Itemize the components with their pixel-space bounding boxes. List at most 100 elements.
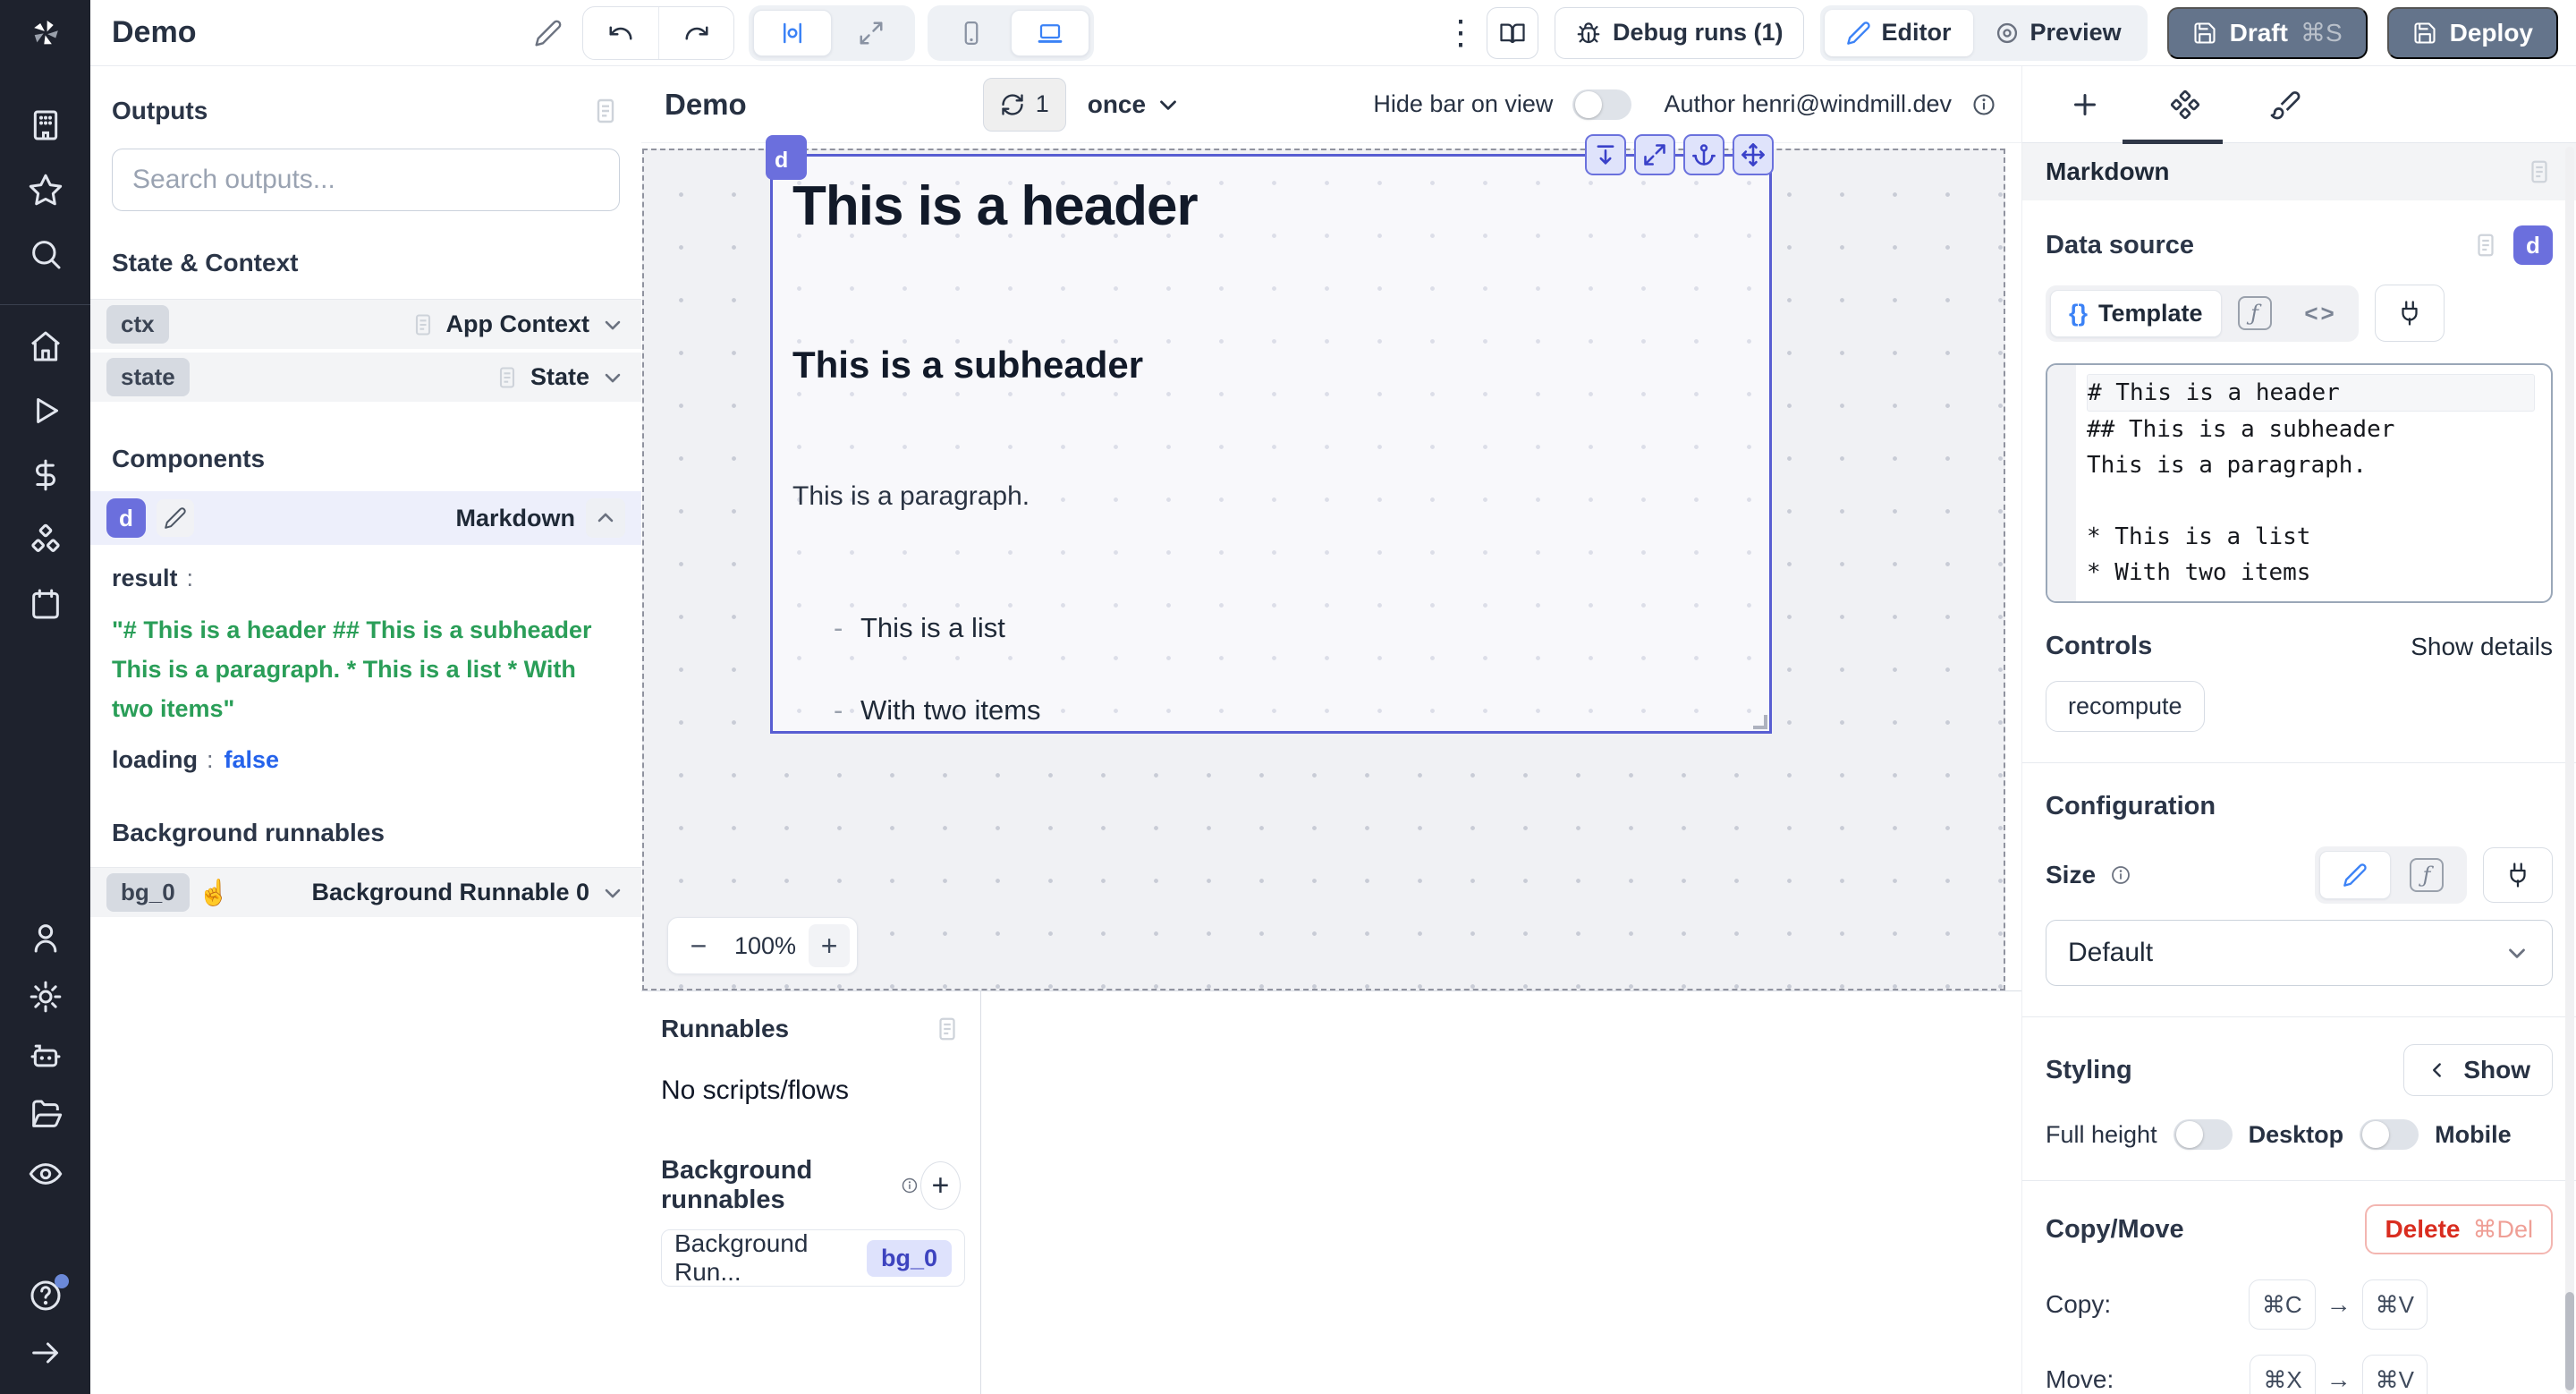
template-code-editor[interactable]: # This is a header ## This is a subheade…: [2046, 363, 2553, 603]
code-line[interactable]: # This is a header: [2087, 374, 2535, 412]
schedules-calendar-icon[interactable]: [28, 586, 64, 622]
zoom-out-button[interactable]: −: [675, 924, 722, 967]
result-value[interactable]: "# This is a header ## This is a subhead…: [112, 610, 620, 728]
code-line[interactable]: * This is a list: [2087, 519, 2542, 555]
tab-preview[interactable]: Preview: [1973, 10, 2143, 56]
component-d-badge: d: [106, 498, 146, 538]
users-icon[interactable]: [28, 920, 64, 956]
component-id-tag[interactable]: d: [766, 135, 807, 180]
code-line[interactable]: [2087, 483, 2542, 519]
result-key: result: [112, 565, 178, 591]
favorites-star-icon[interactable]: [28, 172, 64, 208]
bg-runnable-card[interactable]: Background Run... bg_0: [661, 1229, 965, 1287]
bg0-chevron-down-icon[interactable]: [600, 880, 625, 905]
docs-book-button[interactable]: [1487, 7, 1538, 59]
anchor-handle-icon[interactable]: [1683, 134, 1724, 175]
debug-runs-button[interactable]: Debug runs (1): [1555, 7, 1804, 59]
workers-bot-icon[interactable]: [28, 1038, 64, 1074]
redo-button[interactable]: [658, 7, 733, 59]
size-function-button[interactable]: ƒ: [2391, 851, 2462, 899]
loading-value[interactable]: false: [225, 746, 280, 773]
windmill-logo-icon[interactable]: [0, 0, 90, 66]
ctx-chevron-down-icon[interactable]: [600, 312, 625, 337]
code-icon: <>: [2304, 300, 2336, 327]
function-mode-button[interactable]: ƒ: [2222, 296, 2288, 330]
size-static-pencil-button[interactable]: [2319, 851, 2391, 899]
runnables-title: Runnables: [661, 1015, 789, 1043]
help-icon[interactable]: [28, 1278, 64, 1313]
markdown-component[interactable]: d Th: [770, 154, 1772, 734]
tab-component-settings[interactable]: [2135, 66, 2235, 142]
workspace-icon[interactable]: [28, 107, 64, 143]
data-source-doc-icon[interactable]: [2472, 232, 2499, 259]
template-mode-button[interactable]: {} Template: [2050, 290, 2222, 337]
full-width-button[interactable]: [832, 10, 911, 56]
component-edit-pencil-icon[interactable]: [157, 499, 194, 537]
left-nav-rail: [0, 0, 90, 1394]
output-row-state[interactable]: state State: [90, 352, 641, 402]
runnables-doc-icon[interactable]: [934, 1016, 961, 1042]
refresh-button[interactable]: 1: [983, 78, 1066, 132]
undo-button[interactable]: [583, 7, 658, 59]
state-chevron-down-icon[interactable]: [600, 365, 625, 390]
tab-insert-component[interactable]: [2035, 66, 2135, 142]
tab-editor[interactable]: Editor: [1825, 10, 1973, 56]
markdown-list-item: This is a list: [860, 612, 1750, 644]
show-details-link[interactable]: Show details: [2411, 633, 2553, 661]
recompute-button[interactable]: recompute: [2046, 681, 2205, 732]
outputs-doc-icon[interactable]: [591, 97, 620, 125]
search-outputs-input[interactable]: [132, 165, 599, 195]
fixed-width-button[interactable]: [753, 10, 832, 56]
styling-show-button[interactable]: Show: [2403, 1044, 2553, 1096]
zoom-in-button[interactable]: +: [809, 924, 850, 967]
expand-down-handle-icon[interactable]: [1585, 134, 1626, 175]
home-icon[interactable]: [28, 328, 64, 364]
size-plug-button[interactable]: [2483, 847, 2553, 903]
move-arrow: →: [2326, 1365, 2351, 1394]
hide-bar-toggle[interactable]: [1572, 89, 1631, 120]
audit-eye-icon[interactable]: [28, 1156, 64, 1192]
code-line[interactable]: * With two items: [2087, 555, 2542, 591]
right-scrollbar-track[interactable]: [2565, 147, 2574, 1394]
folders-icon[interactable]: [28, 1097, 64, 1133]
frequency-dropdown[interactable]: once: [1088, 90, 1182, 119]
move-handle-icon[interactable]: [1733, 134, 1774, 175]
settings-gear-icon[interactable]: [28, 979, 64, 1015]
delete-button[interactable]: Delete ⌘Del: [2365, 1204, 2553, 1254]
resize-handle[interactable]: [1753, 715, 1767, 729]
code-line[interactable]: This is a paragraph.: [2087, 447, 2542, 483]
draft-button[interactable]: Draft ⌘S: [2167, 7, 2368, 59]
tab-styling-brush[interactable]: [2235, 66, 2335, 142]
expand-rail-arrow-icon[interactable]: [28, 1335, 64, 1371]
variables-dollar-icon[interactable]: [28, 457, 64, 493]
app-canvas[interactable]: d Th: [642, 149, 2005, 990]
size-select[interactable]: Default: [2046, 920, 2553, 986]
code-line[interactable]: ## This is a subheader: [2087, 412, 2542, 447]
desktop-view-button[interactable]: [1011, 10, 1089, 56]
tab-preview-label: Preview: [2030, 19, 2122, 47]
bg-runnables-info-icon[interactable]: [901, 1175, 919, 1196]
right-scrollbar-thumb[interactable]: [2565, 1292, 2574, 1390]
add-bg-runnable-button[interactable]: +: [920, 1161, 961, 1210]
author-info-icon[interactable]: [1971, 92, 1996, 117]
size-info-icon[interactable]: [2110, 864, 2131, 886]
deploy-button[interactable]: Deploy: [2387, 7, 2558, 59]
full-height-toggle[interactable]: [2174, 1119, 2233, 1150]
output-row-ctx[interactable]: ctx App Context: [90, 299, 641, 349]
rename-pencil-icon[interactable]: [534, 19, 563, 47]
desktop-toggle[interactable]: [2360, 1119, 2419, 1150]
fullscreen-handle-icon[interactable]: [1634, 134, 1675, 175]
component-collapse-button[interactable]: [586, 498, 625, 538]
search-icon[interactable]: [28, 236, 64, 272]
component-doc-icon[interactable]: [2526, 158, 2553, 185]
resources-boxes-icon[interactable]: [28, 522, 64, 557]
mobile-view-button[interactable]: [932, 10, 1011, 56]
component-row-d[interactable]: d Markdown: [90, 491, 641, 545]
bg-runnable-card-label: Background Run...: [674, 1229, 852, 1287]
code-mode-button[interactable]: <>: [2288, 300, 2354, 327]
connect-plug-button[interactable]: [2375, 285, 2445, 342]
data-source-d-badge[interactable]: d: [2513, 225, 2553, 265]
runs-play-icon[interactable]: [28, 393, 64, 429]
more-menu-button[interactable]: ⋮: [1435, 16, 1487, 50]
bg-runnable-row[interactable]: bg_0 ☝ Background Runnable 0: [90, 867, 641, 917]
